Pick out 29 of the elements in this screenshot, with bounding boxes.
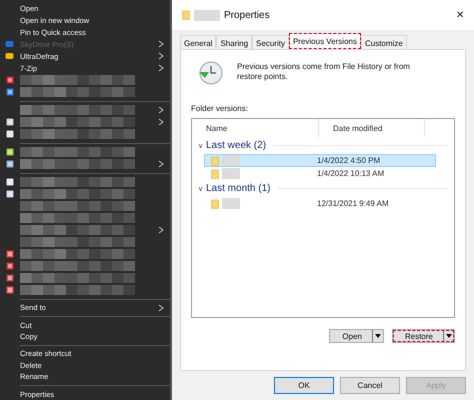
redacted-name	[222, 168, 240, 179]
redacted-name	[222, 155, 240, 166]
version-row[interactable]: 1/4/2022 10:13 AM	[204, 167, 436, 180]
description-text: Previous versions come from File History or from restore points.	[237, 62, 411, 83]
tab[interactable]: Previous Versions	[288, 33, 361, 49]
tab[interactable]: General	[180, 35, 216, 49]
tab[interactable]: Sharing	[216, 35, 252, 49]
caret-icon	[374, 334, 381, 338]
group-title: Last month (1)	[206, 183, 270, 194]
list-label: Folder versions:	[191, 104, 249, 113]
split-button[interactable]: Open	[329, 329, 384, 343]
redacted-name	[222, 198, 240, 209]
group-title: Last week (2)	[206, 140, 266, 151]
folder-icon	[211, 198, 219, 208]
redacted-name	[194, 10, 220, 20]
column-header[interactable]: Date modified	[319, 119, 425, 137]
column-header[interactable]: Name	[192, 119, 319, 137]
tab[interactable]: Customize	[360, 35, 407, 49]
caret-icon	[446, 334, 452, 338]
split-button[interactable]: Restore	[392, 329, 455, 343]
clock-icon	[197, 60, 223, 86]
folder-icon	[182, 10, 190, 20]
dialog-button[interactable]: OK	[274, 377, 334, 394]
close-button[interactable]: ✕	[456, 9, 464, 21]
window-title: Properties	[224, 10, 270, 20]
version-row[interactable]: 1/4/2022 4:50 PM	[204, 154, 436, 167]
version-row[interactable]: 12/31/2021 9:49 AM	[204, 197, 436, 210]
dialog-button[interactable]: Cancel	[340, 377, 400, 394]
tab[interactable]: Security	[252, 35, 289, 49]
